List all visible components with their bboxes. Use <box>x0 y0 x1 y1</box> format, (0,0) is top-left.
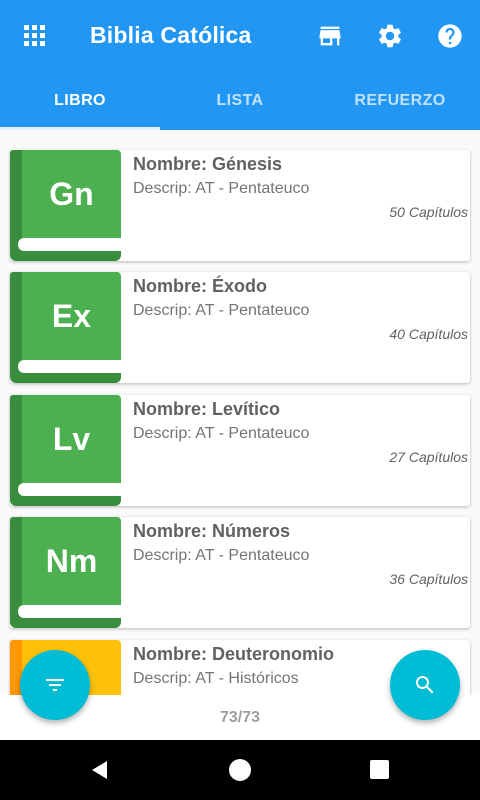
gear-icon[interactable] <box>376 22 404 50</box>
app-bar: Biblia Católica LIBRO LISTA REFUERZO <box>0 0 480 130</box>
store-icon[interactable] <box>316 22 344 50</box>
book-abbreviation: Nm <box>45 543 98 579</box>
recents-icon[interactable] <box>370 760 389 779</box>
book-description: Descrip: AT - Históricos <box>133 670 299 687</box>
book-description: Descrip: AT - Pentateuco <box>133 180 310 197</box>
book-chapters: 40 Capítulos <box>389 326 468 342</box>
book-description: Descrip: AT - Pentateuco <box>133 547 310 564</box>
book-abbreviation: Lv <box>52 421 91 457</box>
toolbar: Biblia Católica <box>0 0 480 72</box>
app-title: Biblia Católica <box>90 22 252 48</box>
book-card-exodo[interactable]: Ex Nombre: Éxodo Descrip: AT - Pentateuc… <box>10 272 470 383</box>
book-name: Nombre: Números <box>133 521 291 541</box>
apps-icon[interactable] <box>24 25 46 47</box>
book-chapters: 36 Capítulos <box>389 571 468 587</box>
book-description: Descrip: AT - Pentateuco <box>133 425 310 442</box>
back-icon[interactable] <box>88 758 112 782</box>
filter-button[interactable] <box>20 650 90 720</box>
book-card-genesis[interactable]: Gn Nombre: Génesis Descrip: AT - Pentate… <box>10 150 470 261</box>
book-chapters: 50 Capítulos <box>389 204 468 220</box>
tab-libro[interactable]: LIBRO <box>0 72 160 130</box>
book-name: Nombre: Levítico <box>133 399 281 419</box>
book-abbreviation: Ex <box>51 298 92 334</box>
tab-lista[interactable]: LISTA <box>160 72 320 130</box>
home-icon[interactable] <box>229 759 251 781</box>
book-description: Descrip: AT - Pentateuco <box>133 302 310 319</box>
tab-bar: LIBRO LISTA REFUERZO <box>0 72 480 130</box>
book-icon: Nm <box>10 517 121 628</box>
help-icon[interactable] <box>436 22 464 50</box>
search-button[interactable] <box>390 650 460 720</box>
book-name: Nombre: Éxodo <box>133 276 268 296</box>
book-name: Nombre: Deuteronomio <box>133 644 335 664</box>
book-icon: Ex <box>10 272 121 383</box>
book-icon: Lv <box>10 395 121 506</box>
filter-icon <box>46 679 64 691</box>
book-abbreviation: Gn <box>49 176 94 212</box>
tab-refuerzo[interactable]: REFUERZO <box>320 72 480 130</box>
book-name: Nombre: Génesis <box>133 154 283 174</box>
book-chapters: 27 Capítulos <box>389 449 468 465</box>
book-icon: Gn <box>10 150 121 261</box>
book-card-levitico[interactable]: Lv Nombre: Levítico Descrip: AT - Pentat… <box>10 395 470 506</box>
search-icon <box>416 676 434 694</box>
book-card-numeros[interactable]: Nm Nombre: Números Descrip: AT - Pentate… <box>10 517 470 628</box>
book-list[interactable]: Gn Nombre: Génesis Descrip: AT - Pentate… <box>0 130 480 695</box>
system-navigation-bar <box>0 740 480 800</box>
